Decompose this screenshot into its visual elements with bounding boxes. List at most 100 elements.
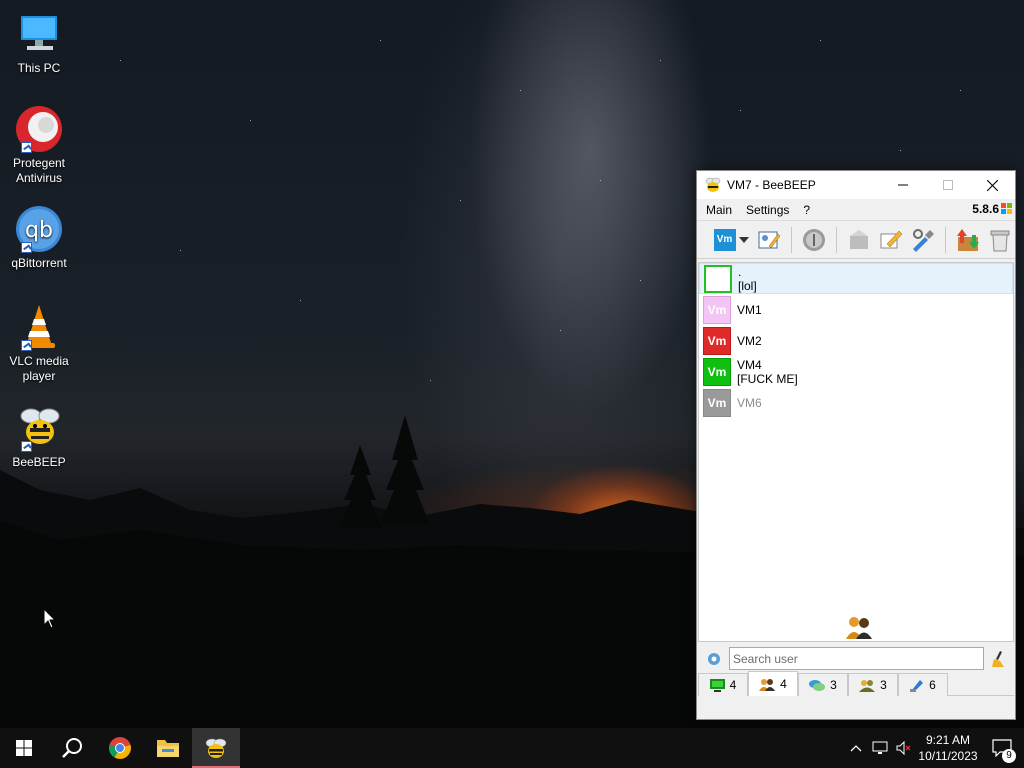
toolbar-separator <box>791 226 792 253</box>
user-row[interactable]: Vm VM2 <box>699 325 1013 356</box>
send-message-button[interactable] <box>845 226 873 254</box>
search-input[interactable] <box>729 647 984 670</box>
tab-count: 3 <box>830 678 837 692</box>
toolbar-separator <box>945 226 946 253</box>
chevron-down-icon <box>738 236 749 243</box>
vlc-icon <box>15 303 63 351</box>
user-avatar: Vm <box>703 326 731 355</box>
clear-search-icon[interactable] <box>991 650 1007 668</box>
protegent-icon <box>15 105 63 153</box>
chat-icon <box>809 679 826 691</box>
network-tray-button[interactable] <box>868 741 892 755</box>
notification-badge: 9 <box>1002 749 1016 763</box>
chevron-up-icon <box>850 745 862 752</box>
desktop-icon-label: VLC media player <box>9 354 69 383</box>
toolbar-separator <box>836 226 837 253</box>
version-label: 5.8.6 <box>972 202 999 216</box>
window-titlebar[interactable]: VM7 - BeeBEEP <box>697 171 1015 199</box>
desktop-icon-protegent[interactable]: Protegent Antivirus <box>4 105 74 186</box>
shortcut-arrow-icon <box>21 441 32 452</box>
desktop-icon-label: Protegent Antivirus <box>12 156 66 185</box>
shortcut-arrow-icon <box>21 142 32 153</box>
update-arrows-icon <box>957 228 979 251</box>
tab-users[interactable]: 4 <box>748 671 798 696</box>
desktop-icon-label: qBittorrent <box>11 256 67 270</box>
tab-count: 4 <box>780 677 787 691</box>
close-button[interactable] <box>970 171 1015 199</box>
user-avatar: Vm <box>703 295 731 324</box>
tab-count: 4 <box>729 678 737 692</box>
user-row[interactable]: Vm VM1 <box>699 294 1013 325</box>
taskbar-chrome[interactable] <box>96 728 144 768</box>
monitor-icon <box>709 678 725 692</box>
tools-button[interactable] <box>909 226 937 254</box>
action-center-button[interactable]: 9 <box>980 739 1024 763</box>
user-list: . [lol] Vm VM1 Vm VM2 Vm VM4 [FUCK ME] V… <box>698 262 1014 642</box>
menu-main[interactable]: Main <box>701 203 737 217</box>
search-bar <box>698 646 1014 672</box>
user-avatar: Vm <box>703 388 731 417</box>
desktop-icon-beebeep[interactable]: BeeBEEP <box>4 404 74 470</box>
folder-icon <box>157 740 179 757</box>
desktop-icon-this-pc[interactable]: This PC <box>4 10 74 76</box>
menu-settings[interactable]: Settings <box>741 203 794 217</box>
user-name: VM6 <box>737 395 762 410</box>
tab-chats[interactable]: 3 <box>798 673 848 696</box>
shortcut-arrow-icon <box>21 242 32 253</box>
write-note-button[interactable] <box>877 226 905 254</box>
taskbar-beebeep[interactable] <box>192 728 240 768</box>
update-button[interactable] <box>954 226 982 254</box>
user-row[interactable]: Vm VM6 <box>699 387 1013 418</box>
shortcut-arrow-icon <box>21 340 32 351</box>
desktop-icon-qbittorrent[interactable]: qb qBittorrent <box>4 205 74 271</box>
network-button[interactable] <box>800 226 828 254</box>
pencil-note-icon <box>880 230 903 248</box>
user-row[interactable]: Vm VM4 [FUCK ME] <box>699 356 1013 387</box>
svg-text:qb: qb <box>25 218 53 243</box>
taskbar-file-explorer[interactable] <box>144 728 192 768</box>
volume-tray-button[interactable] <box>892 741 916 755</box>
status-dropdown-button[interactable]: Vm <box>711 226 751 254</box>
bee-app-icon <box>705 177 721 192</box>
search-options-icon[interactable] <box>706 651 722 667</box>
tab-files[interactable]: 6 <box>898 673 948 696</box>
minimize-button[interactable] <box>880 171 925 199</box>
tools-icon <box>913 228 934 252</box>
chrome-icon <box>109 737 131 759</box>
desktop-icon-vlc[interactable]: VLC media player <box>4 303 74 384</box>
windows-flag-icon <box>1001 203 1012 214</box>
tab-computers[interactable]: 4 <box>698 673 748 696</box>
show-hidden-icons-button[interactable] <box>844 744 868 752</box>
people-icon <box>846 617 872 639</box>
broadcast-icon <box>803 228 825 251</box>
start-button[interactable] <box>0 728 48 768</box>
edit-profile-button[interactable] <box>755 226 783 254</box>
qbittorrent-icon: qb <box>15 205 63 253</box>
mouse-cursor-icon <box>43 608 57 629</box>
minimize-icon <box>897 184 908 186</box>
search-button[interactable] <box>48 728 96 768</box>
user-name-line: VM4 <box>737 357 762 372</box>
volume-muted-icon <box>896 741 911 755</box>
clear-button[interactable] <box>986 226 1014 254</box>
menu-help[interactable]: ? <box>798 203 815 217</box>
trash-icon <box>990 230 1010 251</box>
taskbar-clock[interactable]: 9:21 AM 10/11/2023 <box>916 732 980 764</box>
maximize-button[interactable] <box>925 171 970 199</box>
network-icon <box>872 741 888 754</box>
windows-start-icon <box>16 740 32 756</box>
user-avatar <box>704 264 732 293</box>
groups-icon <box>859 679 876 692</box>
desktop-icon-label: BeeBEEP <box>12 455 66 469</box>
users-icon <box>759 678 776 691</box>
beebeep-window: VM7 - BeeBEEP Main Settings ? 5.8.6 Vm .… <box>696 170 1016 720</box>
tab-count: 6 <box>929 678 936 692</box>
user-name: VM1 <box>737 302 762 317</box>
user-avatar: Vm <box>703 357 731 386</box>
toolbar: Vm <box>697 221 1015 259</box>
tab-groups[interactable]: 3 <box>848 673 898 696</box>
user-name: VM4 [FUCK ME] <box>737 358 798 386</box>
close-icon <box>987 179 998 191</box>
menu-bar: Main Settings ? 5.8.6 <box>697 199 1015 221</box>
user-row[interactable]: . [lol] <box>699 263 1013 294</box>
